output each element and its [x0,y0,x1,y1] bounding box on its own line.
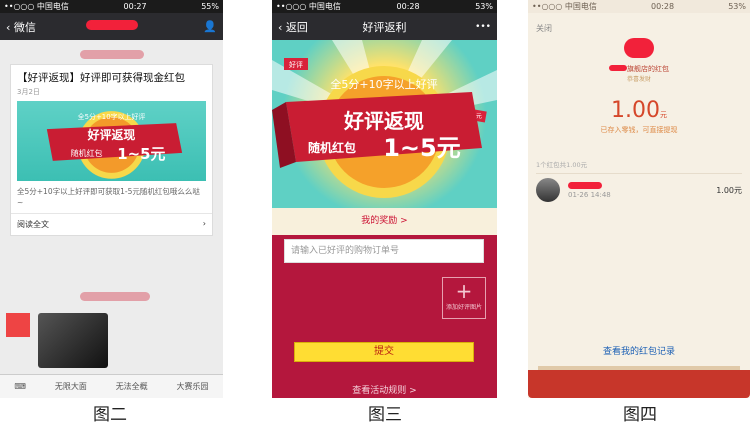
history-link[interactable]: 查看我的红包记录 [528,344,750,357]
record-amount: 1.00元 [716,185,742,195]
carrier-text: ••○○○ 中国电信 [276,2,341,11]
promo-banner: 好评 5元 全5分+10字以上好评 好评返现 随机红包 1~5元 [272,40,497,208]
rules-link[interactable]: 查看活动规则 > [272,383,497,396]
banner-line1: 全5分+10字以上好评 [330,77,437,91]
sender-avatar[interactable] [6,313,30,337]
record-time: 01-26 14:48 [568,190,611,199]
banner-line3: 随机红包 [308,140,356,155]
recipient-info: 01-26 14:48 [568,181,716,199]
read-more-label: 阅读全文 [17,220,49,229]
envelope-count: 1个红包共1.00元 [536,161,588,169]
status-bar: ••○○○ 中国电信 00:27 55% [0,0,223,13]
screenshot-red-envelope: ••○○○ 中国电信 00:28 53% 关闭 旗舰店的红包 恭喜发财 1.00… [528,0,750,398]
keyboard-icon[interactable]: ⌨ [14,382,26,391]
shop-name-text: 旗舰店的红包 [627,65,669,73]
carrier-text: ••○○○ 中国电信 [532,2,597,11]
screenshot-wechat-chat: ••○○○ 中国电信 00:27 55% ‹ 微信 👤 【好评返现】好评即可获得… [0,0,223,398]
nav-bar: ‹ 微信 👤 [0,13,223,40]
image-message[interactable] [38,313,108,368]
page-title: 好评返利 [362,20,407,34]
article-description: 全5分+10字以上好评即可获取1-5元随机红包哦么么哒~ [17,187,200,207]
nav-bar: ‹ 返回 好评返利 ••• [272,13,497,40]
order-number-input[interactable]: 请输入已好评的购物订单号 [284,239,484,263]
menu-item-2[interactable]: 无法全概 [116,381,148,392]
banner-line2: 好评返现 [343,109,424,133]
promo-banner-graphic: 好评 5元 全5分+10字以上好评 好评返现 随机红包 1~5元 [272,40,497,198]
my-reward-link[interactable]: 我的奖励 > [272,208,497,235]
screenshot-review-reward: ••○○○ 中国电信 00:28 53% ‹ 返回 好评返利 ••• 好评 5元… [272,0,497,398]
chat-time-redacted [79,50,144,59]
caption-3: 图四 [623,405,657,425]
promo-banner-graphic: 全5分+10字以上好评 好评返现 随机红包 1~5元 [46,111,183,179]
amount-unit: 元 [659,111,667,119]
read-more-link[interactable]: 阅读全文 › [11,213,212,235]
article-banner: 全5分+10字以上好评 好评返现 随机红包 1~5元 [17,101,206,181]
chevron-right-icon: › [202,219,206,228]
banner-line4: 1~5元 [117,145,165,163]
chat-time-redacted-2 [80,292,150,301]
caption-1: 图二 [93,405,127,425]
menu-item-1[interactable]: 无限大面 [55,381,87,392]
menu-bar: ⌨ 无限大面 无法全概 大赛乐园 [0,374,223,398]
carrier-text: ••○○○ 中国电信 [4,2,69,11]
battery-text: 53% [475,2,493,11]
article-date: 3月2日 [17,88,40,96]
amount-value: 1.00 [611,98,660,123]
plus-icon: + [455,279,473,303]
clock-text: 00:28 [651,2,675,11]
saved-to-wallet-note[interactable]: 已存入零钱，可直接提现 [528,125,750,135]
article-title: 【好评返现】好评即可获得现金红包 [17,72,185,84]
record-row: 01-26 14:48 1.00元 [528,174,750,206]
status-bar: ••○○○ 中国电信 00:28 53% [272,0,497,13]
banner-line1: 全5分+10字以上好评 [78,112,146,121]
chat-title-redacted [0,20,223,33]
recipient-avatar [536,178,560,202]
battery-text: 53% [728,2,746,11]
banner-line3: 随机红包 [71,148,103,158]
battery-text: 55% [201,2,219,11]
clock-text: 00:28 [396,2,420,11]
close-button[interactable]: 关闭 [528,13,750,34]
shop-name: 旗舰店的红包 [528,64,750,74]
article-card[interactable]: 【好评返现】好评即可获得现金红包 3月2日 全5分+10字以上好评 好评返现 随… [10,64,213,236]
status-bar: ••○○○ 中国电信 00:28 53% [528,0,750,13]
banner-tag: 好评 [289,60,303,69]
add-image-button[interactable]: + 添加好评图片 [442,277,486,319]
envelope-bottom [528,370,750,398]
shop-greeting: 恭喜发财 [626,76,651,83]
submit-button[interactable]: 提交 [294,342,474,362]
clock-text: 00:27 [123,2,147,11]
caption-2: 图三 [368,405,402,425]
form-panel: 请输入已好评的购物订单号 + 添加好评图片 提交 查看活动规则 > [272,235,497,398]
red-envelope-amount: 1.00元 [528,98,750,123]
shop-logo-redacted [528,38,750,62]
menu-item-3[interactable]: 大赛乐园 [177,381,209,392]
banner-line2: 好评返现 [87,128,136,142]
banner-line4: 1~5元 [383,134,461,162]
add-image-label: 添加好评图片 [445,304,482,311]
